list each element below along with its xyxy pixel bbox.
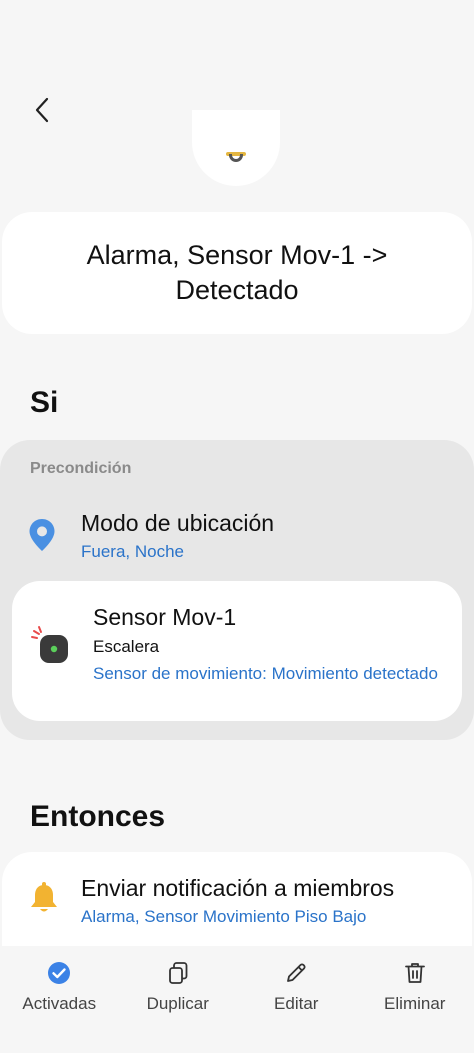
chevron-left-icon — [34, 97, 50, 128]
location-pin-icon — [28, 518, 56, 557]
automation-detail-screen: Alarma, Sensor Mov-1 -> Detectado Si Pre… — [0, 0, 474, 1053]
bottom-action-bar: Activadas Duplicar Editar Eliminar — [0, 946, 474, 1053]
bell-icon — [28, 882, 60, 921]
precondition-caption: Precondición — [30, 460, 132, 477]
sensor-condition-card[interactable]: Sensor Mov-1 Escalera Sensor de movimien… — [12, 581, 462, 721]
sensor-room: Escalera — [93, 637, 160, 656]
activadas-button[interactable]: Activadas — [0, 946, 119, 1053]
eliminar-button[interactable]: Eliminar — [356, 946, 474, 1053]
precondition-group: Precondición Modo de ubicación Fuera, No… — [0, 440, 474, 740]
location-mode-title: Modo de ubicación — [81, 510, 275, 536]
back-button[interactable] — [22, 92, 62, 132]
automation-title: Alarma, Sensor Mov-1 -> Detectado — [86, 240, 388, 305]
duplicar-button[interactable]: Duplicar — [119, 946, 238, 1053]
entonces-section-label: Entonces — [30, 800, 166, 833]
action-subtitle: Alarma, Sensor Movimiento Piso Bajo — [81, 907, 367, 926]
check-circle-icon — [46, 960, 72, 986]
activadas-label: Activadas — [22, 994, 97, 1013]
sensor-condition: Sensor de movimiento: Movimiento detecta… — [93, 664, 438, 683]
editar-button[interactable]: Editar — [237, 946, 356, 1053]
location-mode-row[interactable]: Modo de ubicación Fuera, Noche — [0, 506, 474, 576]
pencil-icon — [283, 960, 309, 986]
action-title: Enviar notificación a miembros — [81, 875, 395, 901]
sensor-name: Sensor Mov-1 — [93, 604, 237, 630]
motion-sensor-icon — [30, 625, 72, 672]
automation-icon — [192, 110, 280, 186]
si-section-label: Si — [30, 386, 59, 419]
copy-icon — [165, 960, 191, 986]
eliminar-label: Eliminar — [384, 994, 446, 1013]
location-mode-subtitle: Fuera, Noche — [81, 542, 184, 561]
trash-icon — [402, 960, 428, 986]
duplicar-label: Duplicar — [146, 994, 209, 1013]
automation-title-card[interactable]: Alarma, Sensor Mov-1 -> Detectado — [2, 212, 472, 334]
notification-action-card[interactable]: Enviar notificación a miembros Alarma, S… — [2, 852, 472, 952]
editar-label: Editar — [274, 994, 319, 1013]
